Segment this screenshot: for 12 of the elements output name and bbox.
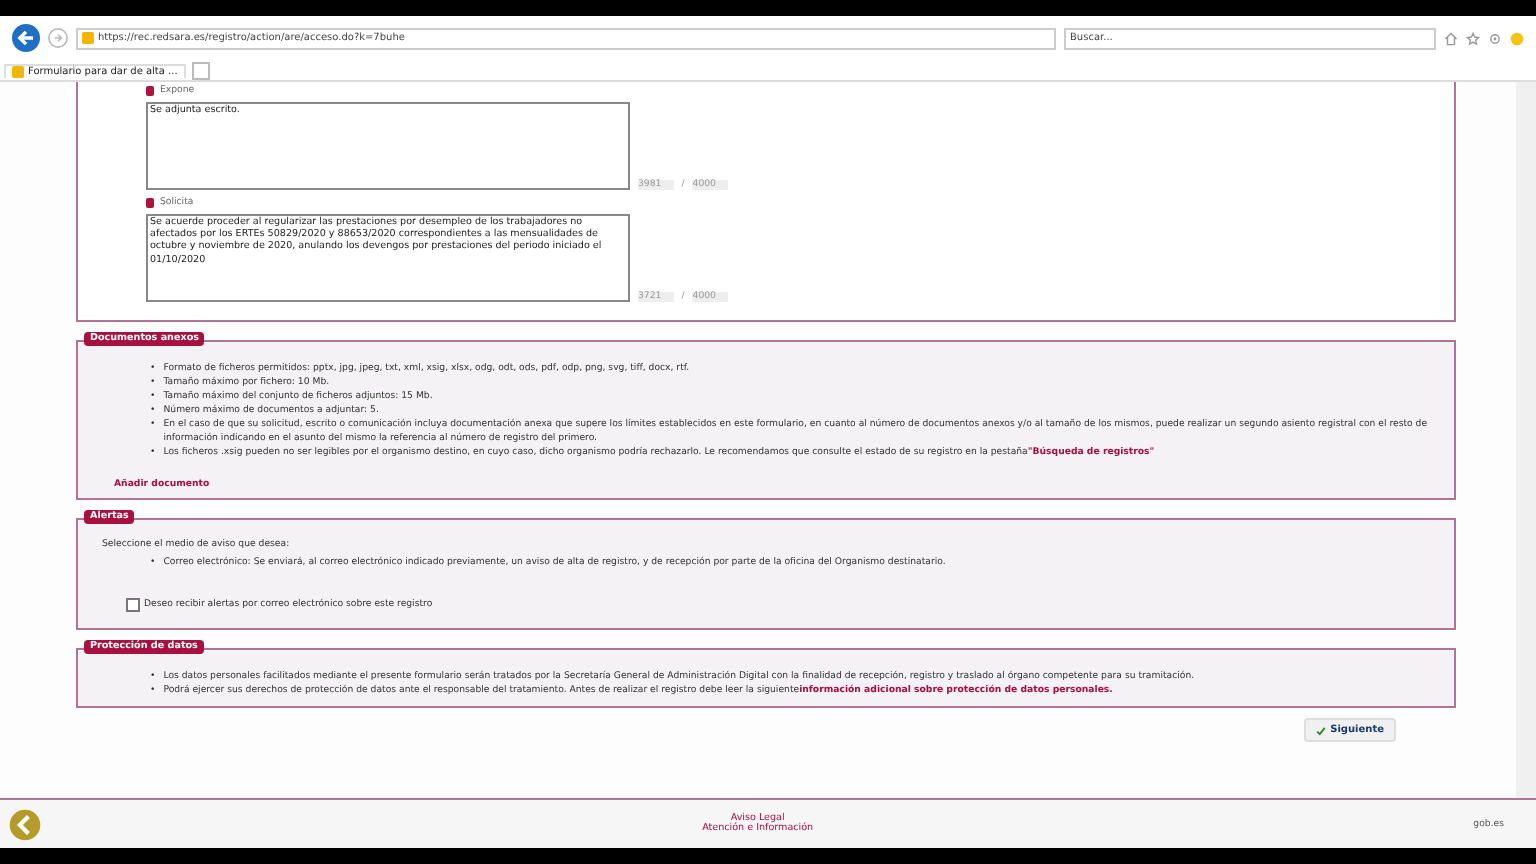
back-icon[interactable] <box>12 24 40 52</box>
scrollbar[interactable] <box>1516 82 1536 798</box>
required-icon <box>146 86 154 96</box>
home-icon[interactable] <box>1444 31 1458 45</box>
star-icon[interactable] <box>1466 31 1480 45</box>
settings-icon[interactable] <box>1488 31 1502 45</box>
logo-icon <box>8 807 42 841</box>
new-tab-button[interactable] <box>191 61 210 79</box>
checkbox[interactable] <box>126 598 140 612</box>
required-icon <box>146 198 154 208</box>
check-icon <box>1316 725 1327 735</box>
forward-icon[interactable] <box>48 28 68 48</box>
